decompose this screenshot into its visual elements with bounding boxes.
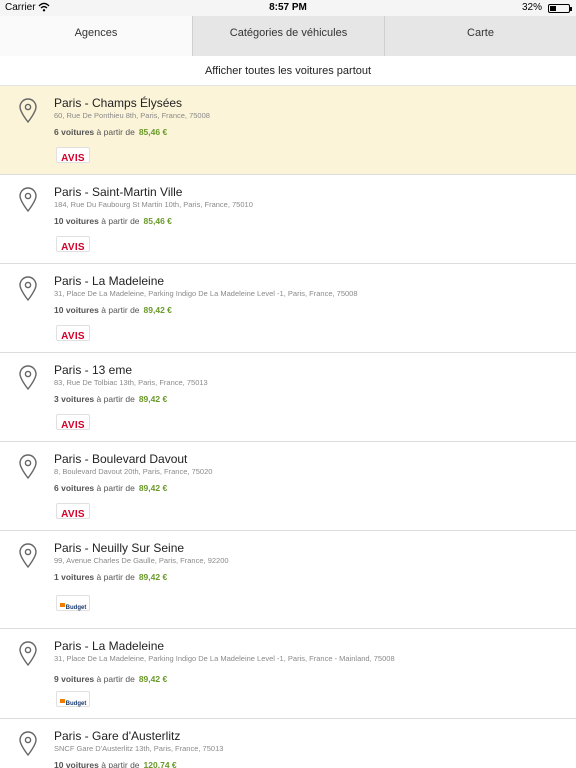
avis-logo: AVIS <box>56 503 90 520</box>
from-label: à partir de <box>101 305 140 315</box>
car-count: 10 voitures <box>54 216 99 226</box>
agency-name: Paris - Champs Élysées <box>54 96 183 110</box>
agency-address: 31, Place De La Madeleine, Parking Indig… <box>54 289 358 298</box>
price: 85,46 € <box>143 216 172 226</box>
status-bar: Carrier 8:57 PM 32% <box>0 0 576 16</box>
map-pin-icon <box>18 98 38 124</box>
agency-row[interactable]: Paris - Champs Élysées 60, Rue De Ponthie… <box>0 86 576 175</box>
car-count: 6 voitures <box>54 483 95 493</box>
availability-line: 3 voitures à partir de 89,42 € <box>54 394 167 404</box>
from-label: à partir de <box>96 572 135 582</box>
availability-line: 10 voitures à partir de 120,74 € <box>54 760 177 768</box>
map-pin-icon <box>18 543 38 569</box>
price: 120,74 € <box>143 760 177 768</box>
availability-line: 9 voitures à partir de 89,42 € <box>54 674 167 684</box>
agency-row[interactable]: Paris - 13 eme 83, Rue De Tolbiac 13th, P… <box>0 353 576 442</box>
map-pin-icon <box>18 731 38 757</box>
agency-address: 184, Rue Du Faubourg St Martin 10th, Par… <box>54 200 253 209</box>
tab-carte[interactable]: Carte <box>384 16 576 56</box>
tab-categories[interactable]: Catégories de véhicules <box>192 16 384 56</box>
budget-logo: Budget <box>56 595 90 611</box>
car-count: 10 voitures <box>54 760 99 768</box>
car-count: 1 voitures <box>54 572 95 582</box>
map-pin-icon <box>18 454 38 480</box>
car-count: 10 voitures <box>54 305 99 315</box>
map-pin-icon <box>18 365 38 391</box>
availability-line: 6 voitures à partir de 85,46 € <box>54 127 167 137</box>
agency-row[interactable]: Paris - Saint-Martin Ville 184, Rue Du Fa… <box>0 175 576 264</box>
availability-line: 10 voitures à partir de 85,46 € <box>54 216 172 226</box>
price: 89,42 € <box>138 572 168 582</box>
agency-address: SNCF Gare D'Austerlitz 13th, Paris, Fran… <box>54 744 224 753</box>
agency-address: 60, Rue De Ponthieu 8th, Paris, France, … <box>54 111 210 120</box>
price: 89,42 € <box>143 305 172 315</box>
agency-row[interactable]: Paris - Neuilly Sur Seine 99, Avenue Char… <box>0 531 576 629</box>
agency-address: 83, Rue De Tolbiac 13th, Paris, France, … <box>54 378 208 387</box>
car-count: 6 voitures <box>54 127 95 137</box>
avis-logo: AVIS <box>56 325 90 342</box>
map-pin-icon <box>18 276 38 302</box>
avis-logo: AVIS <box>56 414 90 431</box>
agency-name: Paris - 13 eme <box>54 363 133 377</box>
from-label: à partir de <box>101 760 140 768</box>
from-label: à partir de <box>96 483 135 493</box>
agency-address: 8, Boulevard Davout 20th, Paris, France,… <box>54 467 213 476</box>
agency-list: Paris - Champs Élysées 60, Rue De Ponthie… <box>0 86 576 768</box>
agency-name: Paris - La Madeleine <box>54 639 165 653</box>
agency-address: 31, Place De La Madeleine, Parking Indig… <box>54 654 395 663</box>
from-label: à partir de <box>96 127 135 137</box>
price: 85,46 € <box>138 127 168 137</box>
clock: 8:57 PM <box>269 2 307 13</box>
agency-row[interactable]: Paris - Gare d'Austerlitz SNCF Gare D'Aus… <box>0 719 576 768</box>
tab-bar: Agences Catégories de véhicules Carte <box>0 16 576 56</box>
battery-percent: 32% <box>521 2 542 13</box>
agency-name: Paris - Boulevard Davout <box>54 452 188 466</box>
agency-name: Paris - Neuilly Sur Seine <box>54 541 185 555</box>
agency-name: Paris - Saint-Martin Ville <box>54 185 183 199</box>
avis-logo: AVIS <box>56 236 90 253</box>
availability-line: 10 voitures à partir de 89,42 € <box>54 305 172 315</box>
agency-row[interactable]: Paris - Boulevard Davout 8, Boulevard Dav… <box>0 442 576 531</box>
battery-icon <box>548 4 572 13</box>
agency-name: Paris - La Madeleine <box>54 274 165 288</box>
agency-row[interactable]: Paris - La Madeleine 31, Place De La Made… <box>0 629 576 719</box>
car-count: 3 voitures <box>54 394 95 404</box>
agency-name: Paris - Gare d'Austerlitz <box>54 729 181 743</box>
availability-line: 6 voitures à partir de 89,42 € <box>54 483 167 493</box>
map-pin-icon <box>18 187 38 213</box>
budget-logo: Budget <box>56 691 90 707</box>
show-all-cars-button[interactable]: Afficher toutes les voitures partout <box>0 56 576 86</box>
agency-row[interactable]: Paris - La Madeleine 31, Place De La Made… <box>0 264 576 353</box>
car-count: 9 voitures <box>54 674 95 684</box>
avis-logo: AVIS <box>56 147 90 164</box>
from-label: à partir de <box>96 394 135 404</box>
tab-agences[interactable]: Agences <box>0 16 192 56</box>
agency-address: 99, Avenue Charles De Gaulle, Paris, Fra… <box>54 556 229 565</box>
from-label: à partir de <box>101 216 140 226</box>
price: 89,42 € <box>138 483 168 493</box>
map-pin-icon <box>18 641 38 667</box>
price: 89,42 € <box>138 674 168 684</box>
price: 89,42 € <box>138 394 168 404</box>
from-label: à partir de <box>96 674 135 684</box>
availability-line: 1 voitures à partir de 89,42 € <box>54 572 167 582</box>
